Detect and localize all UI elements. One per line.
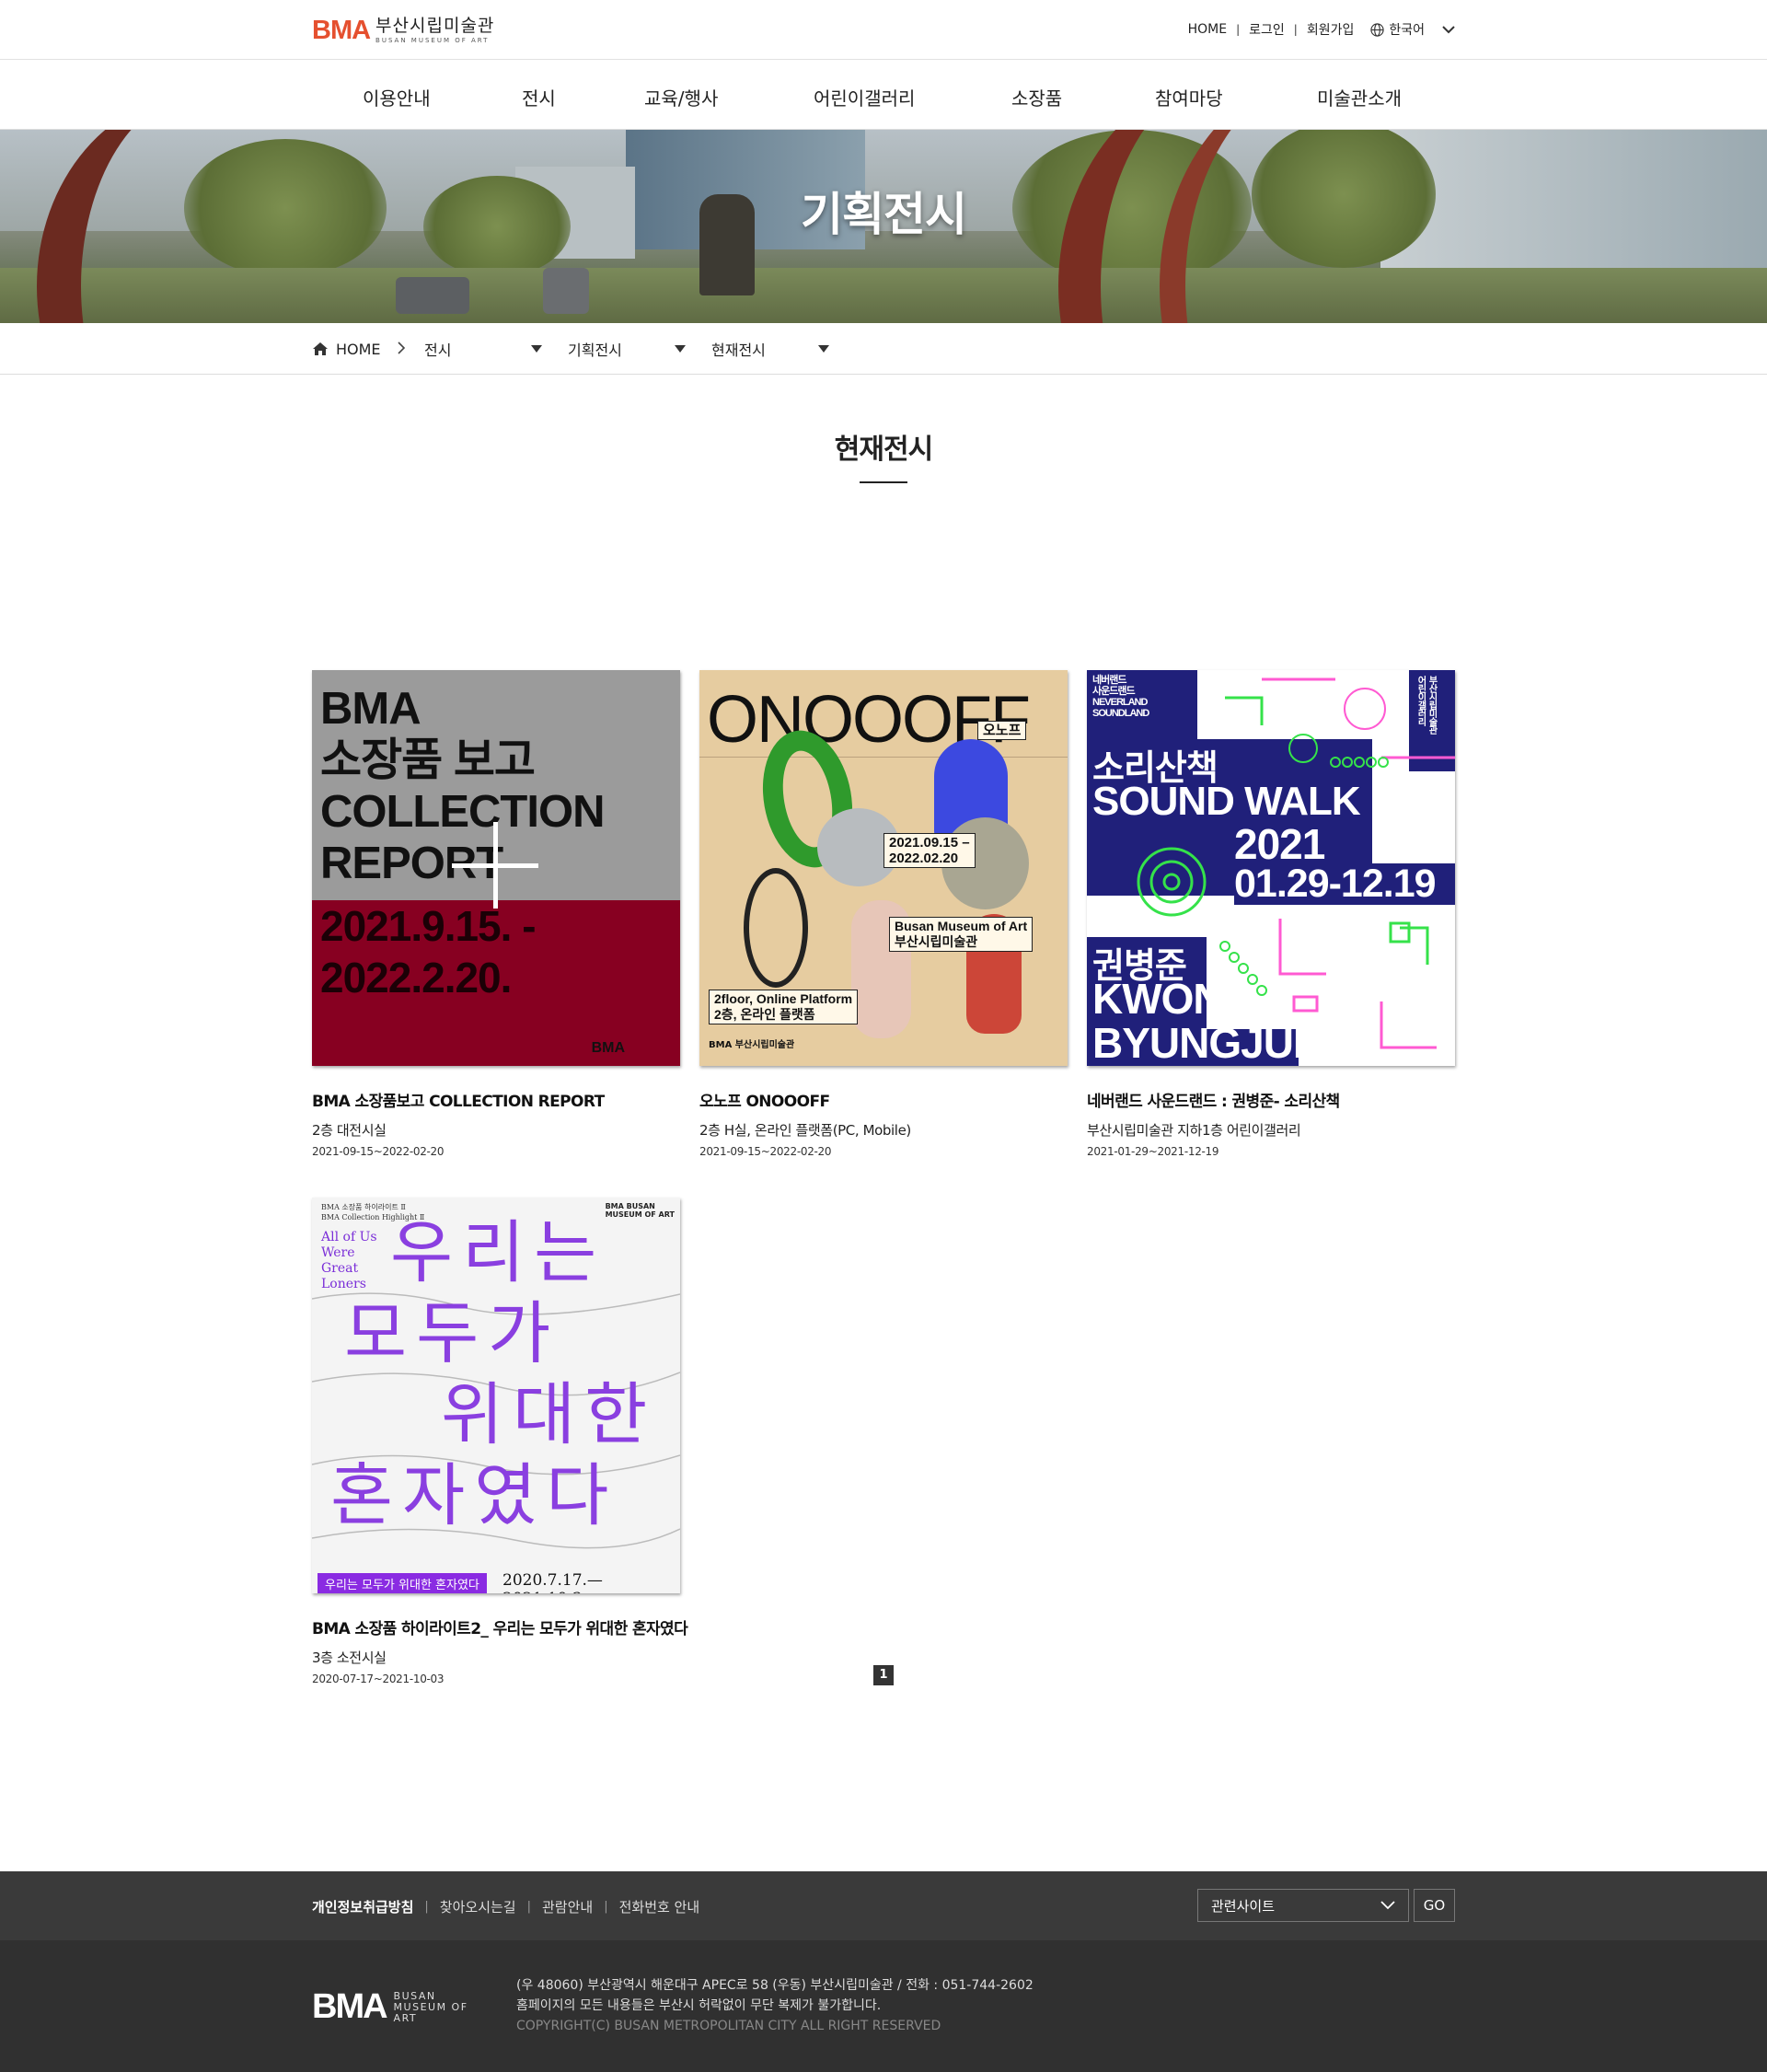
nav-item-kids-gallery[interactable]: 어린이갤러리 <box>814 84 915 110</box>
footer-info: BMA BUSAN MUSEUM OF ART (우 48060) 부산광역시 … <box>0 1940 1767 2072</box>
language-label: 한국어 <box>1389 23 1425 38</box>
poster-museum: Busan Museum of Art 부산시립미술관 <box>889 917 1034 952</box>
caret-down-icon <box>818 345 829 353</box>
breadcrumb-dropdown-current[interactable]: 현재전시 <box>711 338 829 360</box>
go-button[interactable]: GO <box>1414 1889 1455 1922</box>
exhibition-place: 2층 H실, 온라인 플랫폼(PC, Mobile) <box>699 1122 911 1139</box>
caret-down-icon <box>675 345 686 353</box>
exhibition-place: 2층 대전시실 <box>312 1122 387 1139</box>
nav-item-about[interactable]: 미술관소개 <box>1317 84 1402 110</box>
poster-text: BMA <box>320 684 422 734</box>
plus-icon[interactable] <box>452 822 538 909</box>
poster-title-ko: 우리는 <box>390 1213 606 1292</box>
footer-links-bar: 개인정보취급방침 | 찾아오시는길 | 관람안내 | 전화번호 안내 관련사이트… <box>0 1871 1767 1940</box>
exhibition-title[interactable]: 오노프 ONOOOFF <box>699 1088 1068 1111</box>
exhibition-place: 부산시립미술관 지하1층 어린이갤러리 <box>1087 1122 1301 1139</box>
breadcrumb-level1: 전시 <box>424 341 452 359</box>
privacy-policy-link[interactable]: 개인정보취급방침 <box>312 1897 413 1916</box>
breadcrumb-home[interactable]: HOME <box>312 341 397 358</box>
poster-logo: BMA 부산시립미술관 <box>709 1040 795 1050</box>
visit-info-link[interactable]: 관람안내 <box>542 1897 593 1916</box>
title-underline <box>860 481 907 483</box>
nav-item-guide[interactable]: 이용안내 <box>363 84 431 110</box>
poster-tag: 오노프 <box>977 721 1027 740</box>
footer-logo-mark: BMA <box>312 1987 388 2026</box>
footer-copyright: COPYRIGHT(C) BUSAN METROPOLITAN CITY ALL… <box>516 2019 941 2033</box>
poster-title-ko: 모두가 <box>344 1294 560 1373</box>
exhibition-date: 2021-09-15~2022-02-20 <box>699 1145 832 1158</box>
exhibition-date: 2021-01-29~2021-12-19 <box>1087 1145 1219 1158</box>
logo-name-en: BUSAN MUSEUM OF ART <box>375 37 490 44</box>
page-title-block: 현재전시 <box>0 426 1767 483</box>
breadcrumb-level2: 기획전시 <box>568 341 622 359</box>
breadcrumb-home-label: HOME <box>336 340 381 358</box>
globe-icon <box>1370 22 1384 37</box>
poster-banner: 우리는 모두가 위대한 혼자였다 <box>318 1573 487 1593</box>
poster-logo: BMA <box>591 1040 625 1056</box>
footer-logo-text: BUSAN MUSEUM OF ART <box>393 1989 468 2024</box>
exhibition-card[interactable]: 네버랜드 사운드랜드 NEVERLAND SOUNDLAND 소리산책 SOUN… <box>1087 670 1455 1158</box>
language-select[interactable]: 한국어 <box>1370 20 1455 39</box>
exhibition-card[interactable]: BMA 소장품 보고 COLLECTION REPORT 2021.9.15. … <box>312 670 680 1158</box>
related-sites-label: 관련사이트 <box>1211 1897 1276 1915</box>
exhibition-title[interactable]: BMA 소장품보고 COLLECTION REPORT <box>312 1088 680 1111</box>
exhibition-poster[interactable]: 네버랜드 사운드랜드 NEVERLAND SOUNDLAND 소리산책 SOUN… <box>1087 670 1455 1066</box>
nav-item-exhibition[interactable]: 전시 <box>522 84 556 110</box>
poster-text: 소장품 보고 <box>320 735 536 785</box>
footer-logo: BMA BUSAN MUSEUM OF ART <box>312 1987 468 2027</box>
chevron-down-icon <box>1442 26 1455 34</box>
exhibition-poster[interactable]: BMA 소장품 보고 COLLECTION REPORT 2021.9.15. … <box>312 670 680 1066</box>
exhibition-poster[interactable]: BMA 소장품 하이라이트 Ⅱ BMA Collection Highlight… <box>312 1198 680 1593</box>
breadcrumb: HOME 전시 기획전시 현재전시 <box>0 323 1767 375</box>
breadcrumb-dropdown-exhibition[interactable]: 전시 <box>424 338 542 360</box>
footer-address: (우 48060) 부산광역시 해운대구 APEC로 58 (우동) 부산시립미… <box>516 1978 1034 1993</box>
utility-nav: HOME | 로그인 | 회원가입 한국어 <box>1188 20 1455 39</box>
poster-logo: BMA BUSAN MUSEUM OF ART <box>605 1202 675 1219</box>
breadcrumb-dropdown-special[interactable]: 기획전시 <box>568 338 686 360</box>
nav-item-participation[interactable]: 참여마당 <box>1155 84 1223 110</box>
page-title: 현재전시 <box>834 434 933 466</box>
related-sites-select[interactable]: 관련사이트 <box>1197 1889 1409 1922</box>
nav-item-collection[interactable]: 소장품 <box>1011 84 1062 110</box>
exhibition-card[interactable]: ONOOOFF 오노프 2021.09.15 – 2022.02.20 Busa… <box>699 670 1068 1158</box>
hero-banner: 기획전시 <box>0 130 1767 323</box>
circuit-pattern-icon <box>1137 677 1455 1049</box>
signup-link[interactable]: 회원가입 <box>1307 20 1355 39</box>
hero-title: 기획전시 <box>801 188 967 241</box>
breadcrumb-level3: 현재전시 <box>711 341 766 359</box>
main-nav: 이용안내 전시 교육/행사 어린이갤러리 소장품 참여마당 미술관소개 <box>0 60 1767 130</box>
poster-date: 2020.7.17.— 2021.10.3. <box>502 1571 603 1593</box>
phone-directory-link[interactable]: 전화번호 안내 <box>619 1897 700 1916</box>
chevron-down-icon <box>1380 1901 1395 1910</box>
poster-title-en: All of Us Were Great Loners <box>321 1230 377 1291</box>
black-loop <box>744 868 808 988</box>
nav-item-education[interactable]: 교육/행사 <box>644 84 718 110</box>
poster-title-ko: 위대한 <box>441 1375 657 1454</box>
directions-link[interactable]: 찾아오시는길 <box>440 1897 516 1916</box>
page-number-current[interactable]: 1 <box>873 1665 894 1685</box>
exhibition-card[interactable]: BMA 소장품 하이라이트 Ⅱ BMA Collection Highlight… <box>312 1198 688 1685</box>
home-icon <box>313 342 328 355</box>
pagination: 1 <box>0 1664 1767 1685</box>
logo-name-ko: 부산시립미술관 <box>375 16 495 36</box>
exhibition-date: 2021-09-15~2022-02-20 <box>312 1145 445 1158</box>
logo-mark: BMA <box>312 16 371 45</box>
poster-title-ko: 혼자였다 <box>330 1456 618 1535</box>
home-link[interactable]: HOME <box>1188 22 1227 37</box>
login-link[interactable]: 로그인 <box>1249 20 1285 39</box>
site-logo[interactable]: BMA 부산시립미술관 BUSAN MUSEUM OF ART <box>312 16 494 46</box>
poster-date: 2022.2.20. <box>320 954 512 1001</box>
footer-notice: 홈페이지의 모든 내용들은 부산시 허락없이 무단 복제가 불가합니다. <box>516 1998 882 2013</box>
exhibition-title[interactable]: BMA 소장품 하이라이트2_ 우리는 모두가 위대한 혼자였다 <box>312 1615 688 1638</box>
top-bar: BMA 부산시립미술관 BUSAN MUSEUM OF ART HOME | 로… <box>0 0 1767 60</box>
exhibition-title[interactable]: 네버랜드 사운드랜드 : 권병준- 소리산책 <box>1087 1088 1455 1111</box>
poster-floor: 2floor, Online Platform 2층, 온라인 플랫폼 <box>709 990 859 1024</box>
poster-date: 2021.09.15 – 2022.02.20 <box>884 833 976 868</box>
exhibition-poster[interactable]: ONOOOFF 오노프 2021.09.15 – 2022.02.20 Busa… <box>699 670 1068 1066</box>
chevron-right-icon <box>397 341 424 358</box>
caret-down-icon <box>531 345 542 353</box>
